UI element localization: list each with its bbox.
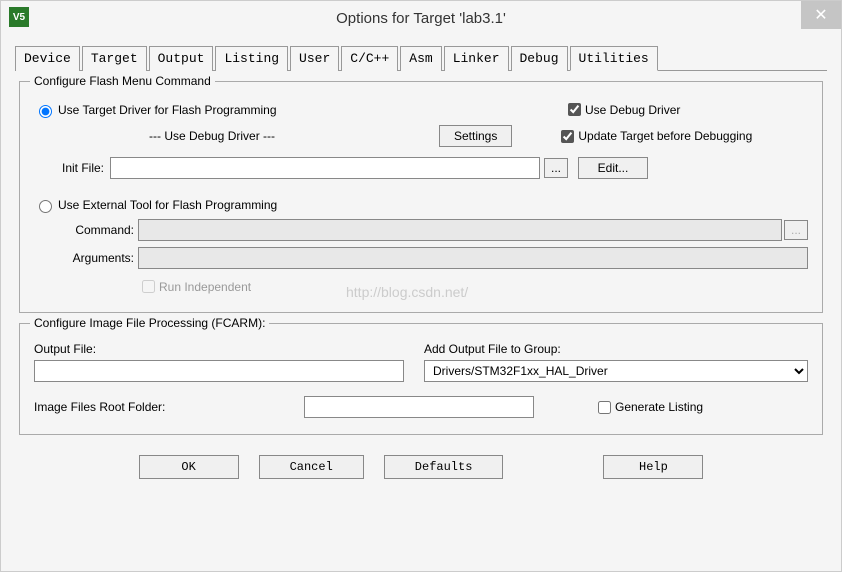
flash-menu-group: Configure Flash Menu Command Use Target …: [19, 81, 823, 313]
arguments-label: Arguments:: [34, 251, 134, 265]
tab-device[interactable]: Device: [15, 46, 80, 71]
run-independent-label: Run Independent: [159, 280, 251, 294]
command-input: [138, 219, 782, 241]
update-target-label: Update Target before Debugging: [578, 129, 752, 143]
defaults-button[interactable]: Defaults: [384, 455, 504, 479]
edit-button[interactable]: Edit...: [578, 157, 648, 179]
tab-listing[interactable]: Listing: [215, 46, 288, 71]
fcarm-group: Configure Image File Processing (FCARM):…: [19, 323, 823, 435]
generate-listing-label: Generate Listing: [615, 400, 703, 414]
init-file-input[interactable]: [110, 157, 540, 179]
titlebar: V5 Options for Target 'lab3.1' ✕: [1, 1, 841, 35]
ok-button[interactable]: OK: [139, 455, 239, 479]
help-button[interactable]: Help: [603, 455, 703, 479]
tab-utilities[interactable]: Utilities: [570, 46, 658, 71]
tab-cpp[interactable]: C/C++: [341, 46, 398, 71]
flash-menu-title: Configure Flash Menu Command: [30, 74, 215, 88]
use-external-tool-label: Use External Tool for Flash Programming: [58, 198, 277, 212]
driver-name-label: --- Use Debug Driver ---: [149, 129, 309, 143]
use-debug-driver-checkbox[interactable]: [568, 103, 581, 116]
output-file-input[interactable]: [34, 360, 404, 382]
dialog-buttons: OK Cancel Defaults Help: [15, 445, 827, 489]
run-independent-checkbox: [142, 280, 155, 293]
cancel-button[interactable]: Cancel: [259, 455, 364, 479]
use-external-tool-radio[interactable]: [39, 200, 52, 213]
tab-user[interactable]: User: [290, 46, 339, 71]
init-file-browse-button[interactable]: ...: [544, 158, 568, 178]
tab-debug[interactable]: Debug: [511, 46, 568, 71]
app-icon: V5: [9, 7, 29, 27]
use-target-driver-label: Use Target Driver for Flash Programming: [58, 103, 277, 117]
root-folder-input[interactable]: [304, 396, 534, 418]
command-label: Command:: [34, 223, 134, 237]
arguments-input: [138, 247, 808, 269]
group-select[interactable]: Drivers/STM32F1xx_HAL_Driver: [424, 360, 808, 382]
command-browse-button: ...: [784, 220, 808, 240]
tab-linker[interactable]: Linker: [444, 46, 509, 71]
update-target-checkbox[interactable]: [561, 130, 574, 143]
tab-asm[interactable]: Asm: [400, 46, 441, 71]
tab-strip: Device Target Output Listing User C/C++ …: [15, 45, 827, 71]
settings-button[interactable]: Settings: [439, 125, 512, 147]
use-debug-driver-label: Use Debug Driver: [585, 103, 680, 117]
tab-target[interactable]: Target: [82, 46, 147, 71]
generate-listing-checkbox[interactable]: [598, 401, 611, 414]
fcarm-title: Configure Image File Processing (FCARM):: [30, 316, 269, 330]
tab-output[interactable]: Output: [149, 46, 214, 71]
init-file-label: Init File:: [34, 161, 104, 175]
add-output-label: Add Output File to Group:: [424, 342, 808, 356]
root-folder-label: Image Files Root Folder:: [34, 400, 304, 414]
use-target-driver-radio[interactable]: [39, 105, 52, 118]
window-title: Options for Target 'lab3.1': [336, 10, 506, 27]
close-button[interactable]: ✕: [801, 1, 841, 29]
output-file-label: Output File:: [34, 342, 424, 356]
